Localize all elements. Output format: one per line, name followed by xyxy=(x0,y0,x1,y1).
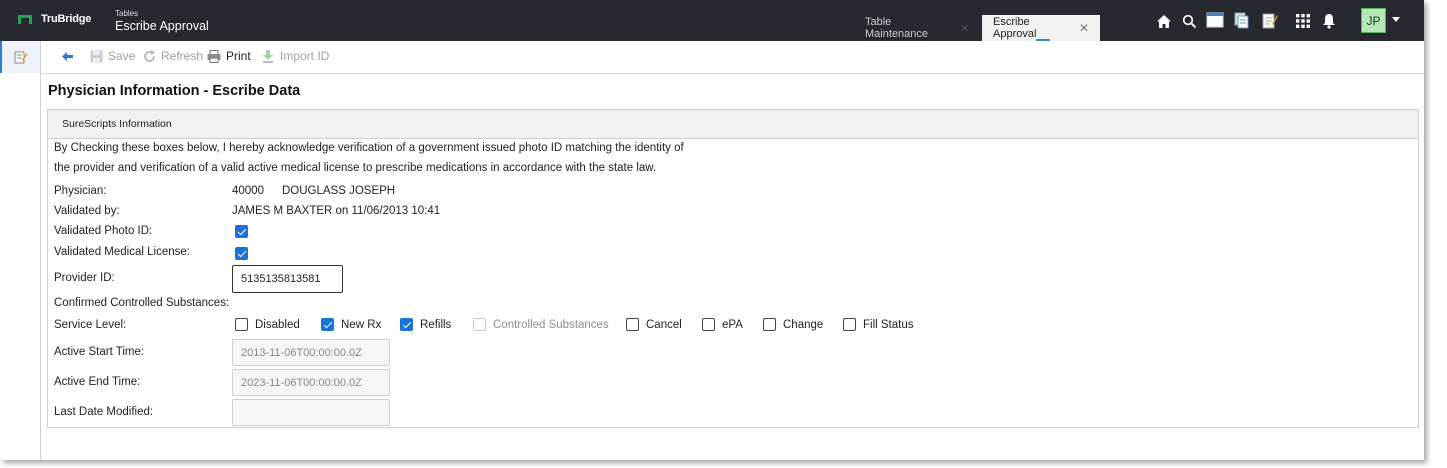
left-rail xyxy=(0,41,41,460)
tab-label: Escribe Approval xyxy=(993,16,1037,40)
print-button[interactable]: Print xyxy=(207,49,251,63)
service-refills-checkbox[interactable] xyxy=(400,318,413,331)
app-name: Escribe Approval xyxy=(115,19,209,33)
panel-header: SureScripts Information xyxy=(48,110,1418,139)
service-disabled-label: Disabled xyxy=(255,319,300,331)
last-modified-field[interactable] xyxy=(232,399,390,426)
app-title: Tables Escribe Approval xyxy=(115,9,209,34)
photo-id-label: Validated Photo ID: xyxy=(54,225,153,237)
app-window: TruBridge Tables Escribe Approval Table … xyxy=(0,0,1424,460)
medical-license-checkbox[interactable] xyxy=(235,247,248,260)
app-section: Tables xyxy=(115,9,139,18)
logo-text: TruBridge xyxy=(41,13,92,25)
import-id-label: Import ID xyxy=(280,49,330,63)
photo-id-checkbox[interactable] xyxy=(235,225,248,238)
service-level-label: Service Level: xyxy=(54,319,127,331)
logo-mark-icon xyxy=(18,14,32,24)
print-label: Print xyxy=(226,49,251,63)
service-refills-label: Refills xyxy=(420,319,452,331)
trubridge-logo[interactable]: TruBridge xyxy=(18,13,91,25)
save-button[interactable]: Save xyxy=(89,49,135,63)
tab-table-maintenance[interactable]: Table Maintenance ✕ xyxy=(854,15,980,41)
tab-label: Table Maintenance xyxy=(865,16,928,40)
import-id-button[interactable]: Import ID xyxy=(261,49,329,63)
refresh-button[interactable]: Refresh xyxy=(142,49,203,63)
surescripts-panel: SureScripts Information By Checking thes… xyxy=(47,109,1419,428)
intro-text-line1: By Checking these boxes below, I hereby … xyxy=(54,142,684,154)
top-bar: TruBridge Tables Escribe Approval Table … xyxy=(0,0,1424,41)
service-epa-checkbox[interactable] xyxy=(702,318,715,331)
service-change-checkbox[interactable] xyxy=(763,318,776,331)
service-newrx-label: New Rx xyxy=(341,319,382,331)
apps-grid-icon[interactable] xyxy=(1293,11,1313,31)
intro-text-line2: the provider and verification of a valid… xyxy=(54,162,657,174)
service-disabled-checkbox[interactable] xyxy=(235,318,248,331)
service-newrx-checkbox[interactable] xyxy=(321,318,334,331)
validated-by-label: Validated by: xyxy=(54,205,120,217)
physician-name: DOUGLASS JOSEPH xyxy=(282,185,396,197)
medical-license-label: Validated Medical License: xyxy=(54,246,190,258)
chevron-down-icon[interactable] xyxy=(1392,17,1400,22)
service-change-label: Change xyxy=(783,319,824,331)
start-time-field[interactable]: 2013-11-06T00:00:00.0Z xyxy=(232,339,390,366)
save-label: Save xyxy=(108,49,136,63)
provider-id-label: Provider ID: xyxy=(54,272,115,284)
end-time-field[interactable]: 2023-11-06T00:00:00.0Z xyxy=(232,369,390,396)
home-icon[interactable] xyxy=(1154,11,1174,31)
provider-id-field[interactable]: 5135135813581 xyxy=(232,265,343,293)
notepad-edit-icon xyxy=(14,51,28,64)
rail-item-escribe[interactable] xyxy=(0,41,40,73)
start-time-label: Active Start Time: xyxy=(54,346,145,358)
service-fill-status-label: Fill Status xyxy=(863,319,914,331)
back-arrow-icon xyxy=(60,49,74,63)
end-time-label: Active End Time: xyxy=(54,376,141,388)
last-modified-label: Last Date Modified: xyxy=(54,406,154,418)
bell-icon[interactable] xyxy=(1319,11,1339,31)
refresh-label: Refresh xyxy=(161,49,204,63)
toolbar: Save Refresh Print Import ID xyxy=(41,41,1424,74)
service-cancel-checkbox[interactable] xyxy=(626,318,639,331)
service-cancel-label: Cancel xyxy=(646,319,682,331)
user-avatar[interactable]: JP xyxy=(1361,8,1386,33)
service-epa-label: ePA xyxy=(722,319,743,331)
import-icon xyxy=(261,49,275,63)
back-button[interactable] xyxy=(60,49,79,63)
validated-by-value: JAMES M BAXTER on 11/06/2013 10:41 xyxy=(232,205,441,217)
documents-icon[interactable] xyxy=(1232,10,1252,30)
service-controlled-label: Controlled Substances xyxy=(493,319,609,331)
physician-id: 40000 xyxy=(232,185,264,197)
controlled-substances-label: Confirmed Controlled Substances: xyxy=(54,297,230,309)
page-title: Physician Information - Escribe Data xyxy=(48,83,301,99)
close-icon[interactable]: ✕ xyxy=(1079,21,1089,35)
service-fill-status-checkbox[interactable] xyxy=(843,318,856,331)
close-icon[interactable]: ✕ xyxy=(960,22,969,35)
save-icon xyxy=(89,49,103,63)
physician-label: Physician: xyxy=(54,185,107,197)
refresh-icon xyxy=(142,49,156,63)
notepad-icon[interactable] xyxy=(1260,10,1280,30)
printer-icon xyxy=(207,49,221,63)
service-controlled-checkbox[interactable] xyxy=(473,318,486,331)
window-icon[interactable] xyxy=(1205,10,1225,30)
search-icon[interactable] xyxy=(1179,11,1199,31)
tab-escribe-approval[interactable]: Escribe Approval ✕ xyxy=(982,15,1100,41)
